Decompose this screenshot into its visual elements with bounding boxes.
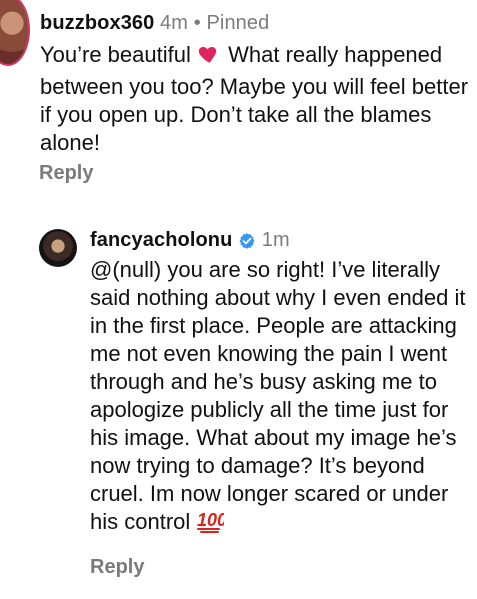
username[interactable]: fancyacholonu [90,229,232,251]
svg-text:100: 100 [197,510,224,530]
meta-separator: • [193,12,201,34]
hundred-icon: 100 [196,509,227,540]
comment-text: You’re beautiful What really happened be… [40,41,470,157]
comment-header: fancyacholonu 1m [90,229,290,256]
username[interactable]: buzzbox360 [40,12,154,34]
comment-header: buzzbox360 4m • Pinned [40,12,269,35]
avatar[interactable] [39,229,77,267]
comment-time: 4m [160,12,189,34]
comment-body: @(null) you are so right! I’ve literally… [90,257,466,534]
pinned-label: Pinned [206,12,270,34]
reply-button[interactable]: Reply [39,162,93,185]
comment-time: 1m [261,229,290,251]
heart-icon [197,42,222,73]
avatar[interactable] [0,0,30,66]
comment-thread: buzzbox360 4m • Pinned You’re beautiful … [0,0,477,599]
comment-text-start: You’re beautiful [40,42,191,67]
reply-button[interactable]: Reply [90,556,144,579]
verified-icon [238,232,256,256]
comment-text: @(null) you are so right! I’ve literally… [90,256,474,540]
